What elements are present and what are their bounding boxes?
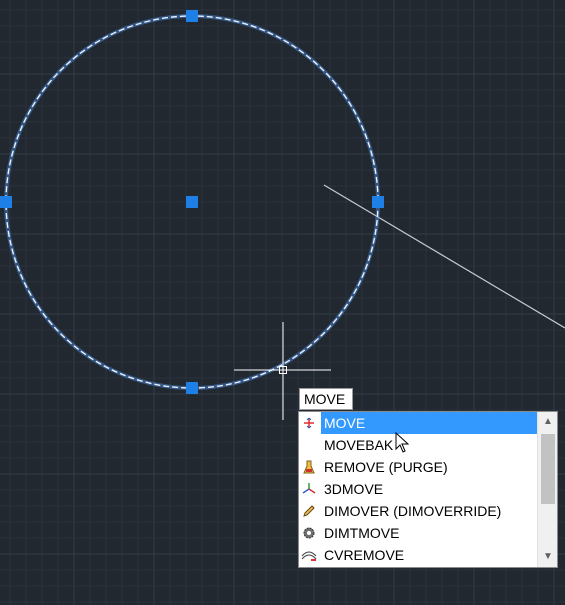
purge-icon: [301, 459, 317, 475]
autocomplete-item[interactable]: DIMOVER (DIMOVERRIDE): [299, 500, 535, 522]
autocomplete-item-label: MOVE: [321, 412, 538, 434]
command-autocomplete-list[interactable]: MOVE MOVEBAK REMOVE (PURGE) 3DMOVE DIMOVER (…: [298, 411, 558, 568]
autocomplete-item[interactable]: DIMTMOVE: [299, 522, 535, 544]
grip-left[interactable]: [0, 196, 12, 208]
cvremove-icon: [301, 547, 317, 563]
autocomplete-item[interactable]: MOVEBAK: [299, 434, 535, 456]
mouse-pointer-icon: [395, 432, 409, 453]
autocomplete-items: MOVE MOVEBAK REMOVE (PURGE) 3DMOVE DIMOVER (…: [299, 412, 538, 566]
autocomplete-item-label: REMOVE (PURGE): [324, 459, 448, 475]
scroll-up-arrow-icon[interactable]: ▲: [540, 414, 556, 430]
command-input[interactable]: MOVE: [299, 388, 353, 410]
empty-icon: [301, 437, 317, 453]
move-icon: [301, 415, 317, 431]
grip-top[interactable]: [186, 10, 198, 22]
autocomplete-item-label: DIMOVER (DIMOVERRIDE): [324, 503, 502, 519]
scroll-down-arrow-icon[interactable]: ▼: [540, 549, 556, 565]
grip-bottom[interactable]: [186, 382, 198, 394]
autocomplete-scrollbar[interactable]: ▲ ▼: [537, 412, 557, 567]
gear-icon: [301, 525, 317, 541]
pencil-icon: [301, 503, 317, 519]
autocomplete-item-label: DIMTMOVE: [324, 525, 400, 541]
scroll-thumb[interactable]: [541, 434, 555, 504]
autocomplete-item[interactable]: REMOVE (PURGE): [299, 456, 535, 478]
grip-right[interactable]: [372, 196, 384, 208]
autocomplete-item-label: 3DMOVE: [324, 481, 384, 497]
grip-center[interactable]: [186, 196, 198, 208]
autocomplete-item[interactable]: 3DMOVE: [299, 478, 535, 500]
drawing-line[interactable]: [323, 184, 565, 329]
autocomplete-item[interactable]: MOVE: [299, 412, 538, 434]
autocomplete-item-label: CVREMOVE: [324, 547, 405, 563]
autocomplete-item[interactable]: CVREMOVE: [299, 544, 535, 566]
3dmove-icon: [301, 481, 317, 497]
autocomplete-item-label: MOVEBAK: [324, 437, 394, 453]
